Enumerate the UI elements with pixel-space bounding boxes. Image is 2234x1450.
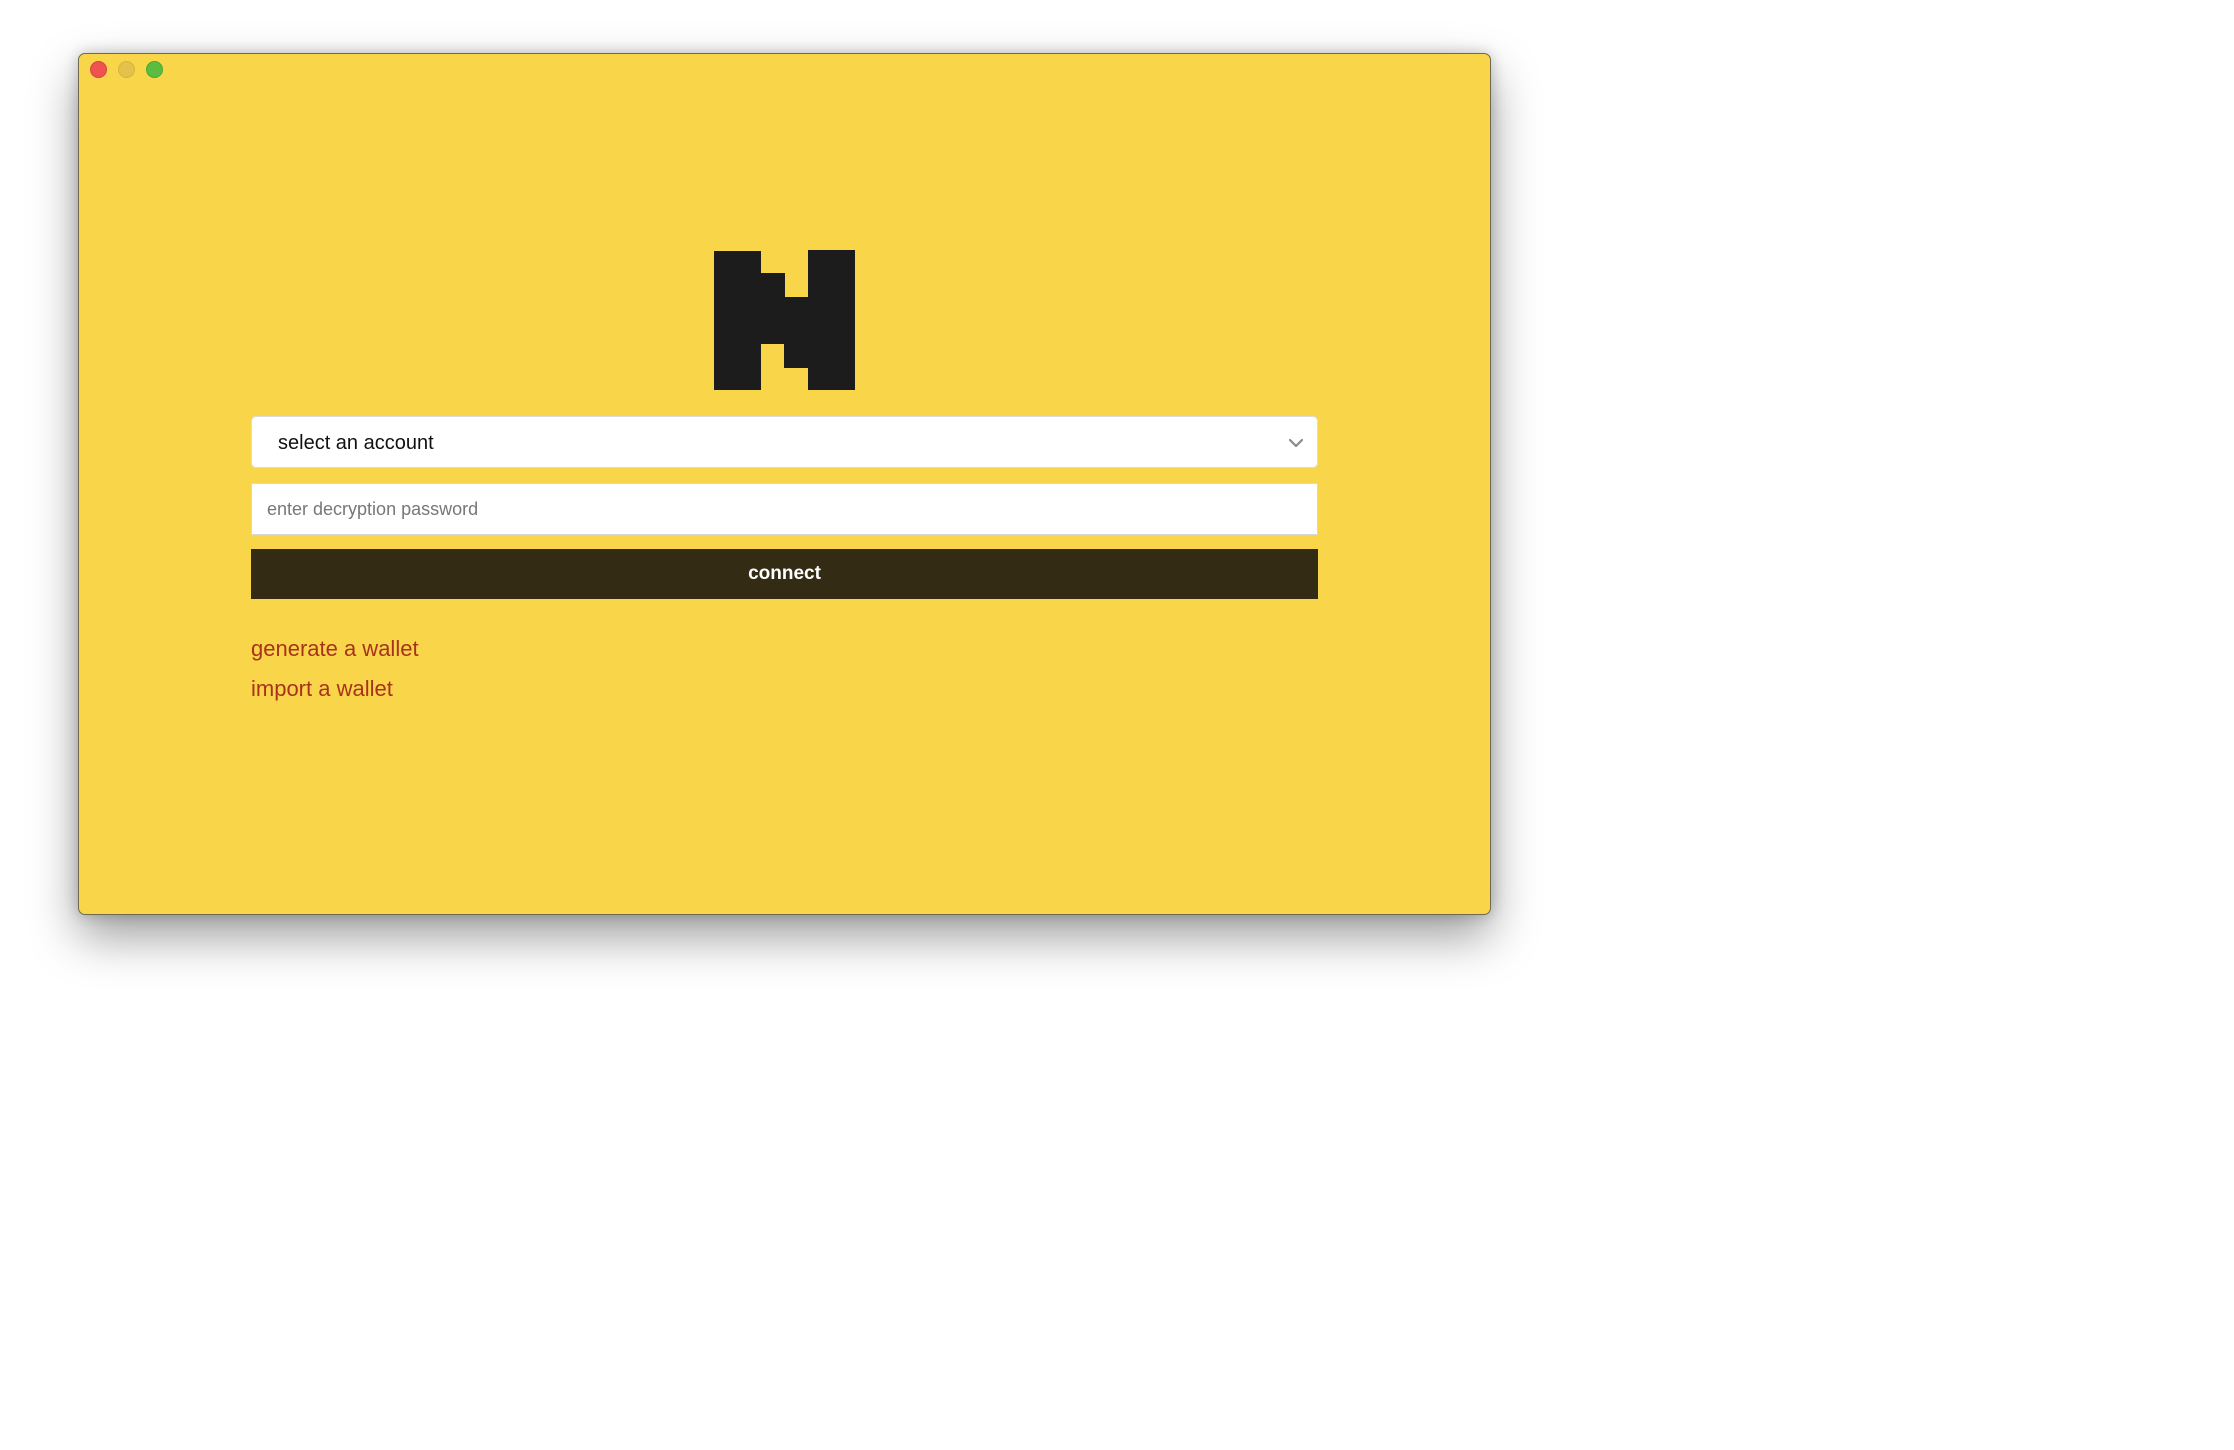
wallet-links: generate a wallet import a wallet	[251, 629, 1318, 709]
import-wallet-link[interactable]: import a wallet	[251, 669, 1318, 709]
window-controls	[90, 61, 163, 78]
decryption-password-input[interactable]	[251, 483, 1318, 535]
maximize-window-button[interactable]	[146, 61, 163, 78]
close-window-button[interactable]	[90, 61, 107, 78]
account-select[interactable]: select an account	[251, 416, 1318, 468]
login-form: select an account connect generate a wal…	[251, 416, 1318, 709]
app-window: select an account connect generate a wal…	[78, 53, 1491, 915]
chevron-down-icon	[1288, 438, 1304, 448]
generate-wallet-link[interactable]: generate a wallet	[251, 629, 1318, 669]
minimize-window-button[interactable]	[118, 61, 135, 78]
account-select-value: select an account	[278, 432, 434, 454]
connect-button[interactable]: connect	[251, 549, 1318, 599]
h-logo-icon	[714, 250, 855, 390]
